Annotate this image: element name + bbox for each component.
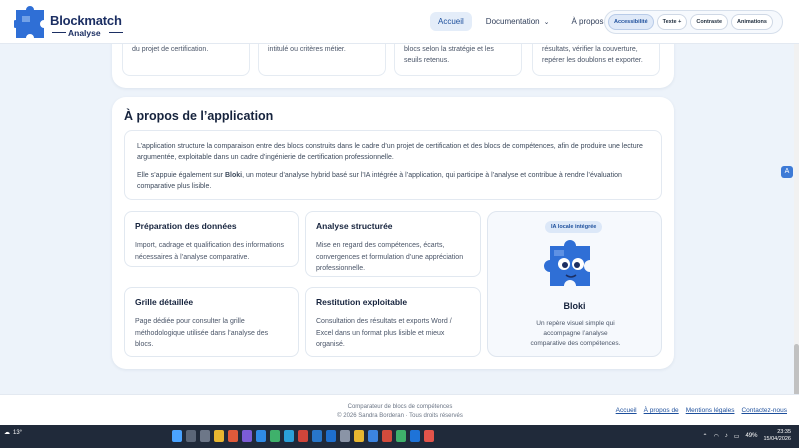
taskbar-apps [172,430,434,442]
footer-link-accueil[interactable]: Accueil [616,407,637,414]
site-header: Blockmatch Analyse Accueil Documentation… [0,0,799,44]
bloki-mascot-icon [544,240,590,286]
battery-icon[interactable]: ▭ [734,433,740,440]
footer-link-contact[interactable]: Contactez-nous [741,407,787,414]
card-analyse: Analyse structurée Mise en regard des co… [305,211,481,277]
footer-info: Comparateur de blocs de compétences © 20… [300,403,500,420]
card-text: Page dédiée pour consulter la grille mét… [135,318,269,348]
site-footer: Comparateur de blocs de compétences © 20… [0,394,799,425]
app-icon[interactable] [228,430,238,442]
about-intro: L’application structure la comparaison e… [124,130,662,200]
app-icon[interactable] [396,430,406,442]
nav-accueil[interactable]: Accueil [430,12,472,31]
chevron-down-icon: ⌄ [543,18,550,26]
card-title: Préparation des données [135,221,237,231]
card-title: Analyse structurée [316,221,393,231]
app-icon[interactable] [340,430,350,442]
app-icon[interactable] [242,430,252,442]
scrollbar[interactable] [794,44,799,434]
bloki-card: IA locale intégrée Bloki Un repère visue… [487,211,662,357]
puzzle-logo-icon [12,6,44,38]
weather-widget[interactable]: ☁ 13° [4,429,23,437]
bloki-name: Bloki [224,172,243,179]
weather-icon: ☁ [4,430,10,436]
app-icon[interactable] [256,430,266,442]
footer-copyright: © 2026 Sandra Borderan · Tous droits rés… [337,412,463,419]
card-text: Mise en regard des compétences, écarts, … [316,242,464,272]
card-text: Import, cadrage et qualification des inf… [135,242,285,261]
brand-divider [109,32,123,33]
volume-icon[interactable]: ♪ [725,433,728,439]
card-preparation: Préparation des données Import, cadrage … [124,211,299,267]
feature-card-text: blocs selon la stratégie et les seuils r… [404,46,494,64]
footer-link-mentions[interactable]: Mentions légales [686,407,735,414]
intro-text: Elle s’appuie également sur [137,172,225,179]
accessibility-toolbar: Accessibilité Texte + Contraste Animatio… [604,10,783,34]
translate-icon[interactable]: A [781,166,793,178]
feature-card-text: résultats, vérifier la couverture, repér… [542,46,643,64]
app-icon[interactable] [312,430,322,442]
os-taskbar: ☁ 13° ⌃ ◠ ♪ ▭ 49% 23:35 15/04/2026 [0,425,799,448]
card-grille: Grille détaillée Page dédiée pour consul… [124,287,299,357]
card-text: Consultation des résultats et exports Wo… [316,318,452,348]
footer-tagline: Comparateur de blocs de compétences [347,404,453,410]
task-view-icon[interactable] [200,430,210,442]
card-title: Grille détaillée [135,297,194,307]
footer-links: Accueil À propos de Mentions légales Con… [616,407,787,414]
clock[interactable]: 23:35 15/04/2026 [763,429,791,443]
bloki-description: Un repère visuel simple qui accompagne l… [530,320,621,347]
app-icon[interactable] [410,430,420,442]
text-size-button[interactable]: Texte + [656,14,688,30]
brand-subtitle: Analyse [68,28,101,38]
browser-icon[interactable] [284,430,294,442]
chevron-up-icon[interactable]: ⌃ [703,433,708,440]
main-nav: Accueil Documentation ⌄ À propos de [430,12,623,31]
brand-logo[interactable]: Blockmatch Analyse [12,4,123,42]
brand-name: Blockmatch [50,13,122,28]
animations-button[interactable]: Animations [731,14,773,30]
app-icon[interactable] [298,430,308,442]
about-intro-paragraph: L’application structure la comparaison e… [137,143,643,161]
folder-icon[interactable] [214,430,224,442]
app-icon[interactable] [368,430,378,442]
start-icon[interactable] [172,430,182,442]
about-title: À propos de l’application [124,109,274,123]
system-tray: ⌃ ◠ ♪ ▭ 49% 23:35 15/04/2026 [703,429,792,443]
weather-temp: 13° [13,429,23,436]
clock-date: 15/04/2026 [763,436,791,442]
search-icon[interactable] [186,430,196,442]
card-title: Restitution exploitable [316,297,408,307]
nav-documentation-label: Documentation [485,17,540,26]
feature-card-text: intitulé ou critères métier. [268,46,346,53]
app-icon[interactable] [354,430,364,442]
bloki-title: Bloki [563,301,586,311]
about-intro-paragraph: Elle s’appuie également sur Bloki, un mo… [137,170,649,192]
nav-documentation[interactable]: Documentation ⌄ [478,12,558,31]
feature-card-text: du projet de certification. [132,46,209,53]
chrome-icon[interactable] [424,430,434,442]
vscode-icon[interactable] [326,430,336,442]
contrast-button[interactable]: Contraste [690,14,729,30]
brand-divider [52,32,66,33]
app-icon[interactable] [270,430,280,442]
ai-badge: IA locale intégrée [545,221,603,233]
wifi-icon[interactable]: ◠ [714,433,719,440]
footer-link-apropos[interactable]: À propos de [644,407,679,414]
card-restitution: Restitution exploitable Consultation des… [305,287,481,357]
battery-level: 49% [745,433,758,439]
clock-time: 23:35 [777,429,791,435]
accessibility-button[interactable]: Accessibilité [608,14,654,30]
about-section: À propos de l’application L’application … [112,97,674,369]
app-icon[interactable] [382,430,392,442]
